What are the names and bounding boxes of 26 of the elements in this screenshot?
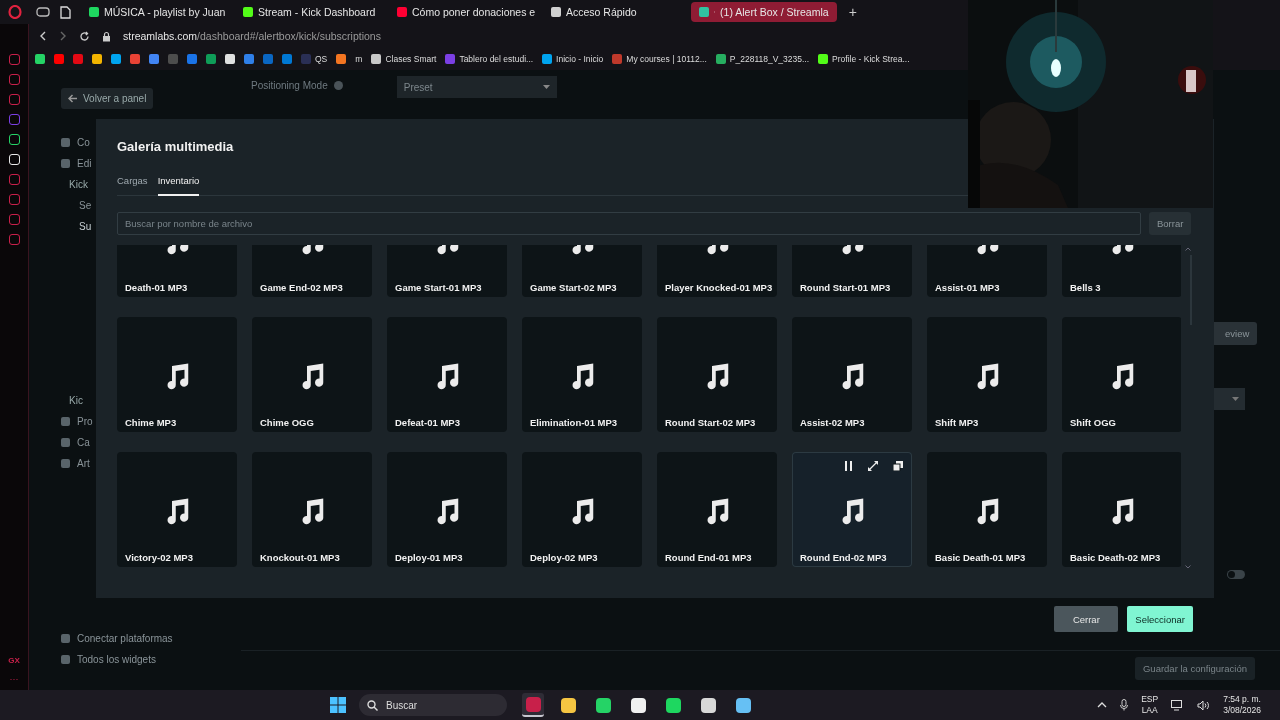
file-name: Round Start-02 MP3 [665, 417, 756, 428]
file-name: Round End-01 MP3 [665, 552, 752, 563]
file-name: Deploy-02 MP3 [530, 552, 598, 563]
file-name: Player Knocked-01 MP3 [665, 282, 773, 293]
file-name: Deploy-01 MP3 [395, 552, 463, 563]
file-name: Elimination-01 MP3 [530, 417, 618, 428]
file-name: Round End-02 MP3 [800, 552, 887, 563]
file-name: Game Start-01 MP3 [395, 282, 482, 293]
file-name: Game End-02 MP3 [260, 282, 343, 293]
file-name: Basic Death-01 MP3 [935, 552, 1026, 563]
file-name: Defeat-01 MP3 [395, 417, 460, 428]
file-name: Basic Death-02 MP3 [1070, 552, 1161, 563]
file-name: Death-01 MP3 [125, 282, 188, 293]
file-name: Victory-02 MP3 [125, 552, 193, 563]
file-name: Shift MP3 [935, 417, 979, 428]
file-name: Assist-01 MP3 [935, 282, 1000, 293]
file-name: Round Start-01 MP3 [800, 282, 891, 293]
file-name: Knockout-01 MP3 [260, 552, 340, 563]
file-name: Assist-02 MP3 [800, 417, 865, 428]
file-name: Chime OGG [260, 417, 314, 428]
file-name: Game Start-02 MP3 [530, 282, 617, 293]
file-name: Shift OGG [1070, 417, 1116, 428]
file-name: Chime MP3 [125, 417, 177, 428]
dialog-title: Galería multimedia [117, 139, 235, 156]
field-label: Positioning Mode [251, 80, 328, 91]
file-name: Bells 3 [1070, 282, 1101, 293]
